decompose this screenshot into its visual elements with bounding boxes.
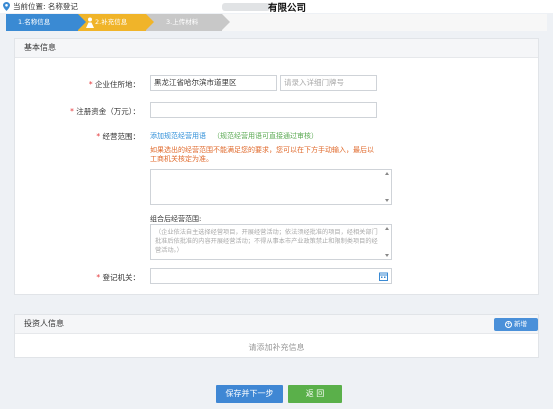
picker-icon[interactable] [379, 272, 388, 281]
add-scope-link[interactable]: 添加规范经营用语 [150, 131, 206, 141]
merged-scope-label: 组合后经营范围: [150, 215, 202, 223]
scope-warning: 如果选出的经营范围不能满足您的要求，您可以在下方手动输入，最后以工商机关核定为准… [150, 146, 374, 163]
step-2-arrow [146, 14, 154, 30]
scroll-up-icon[interactable] [385, 172, 389, 175]
step-3[interactable]: 3.上传材料 [146, 14, 222, 31]
redacted-name [222, 3, 270, 11]
scroll-down-icon[interactable] [385, 254, 389, 257]
authority-select[interactable] [150, 268, 392, 284]
address-label: * 企业住所地： [88, 80, 140, 89]
location-pin-icon [3, 2, 10, 11]
merged-scope-textarea: （企业依法自主选择经营项目，开展经营活动；依法须经批准的项目，经相关部门批准后依… [150, 224, 392, 260]
investor-panel: 投资人信息 + 新增 请添加补充信息 [14, 314, 539, 358]
breadcrumb: 当前位置: 名称登记 [13, 2, 78, 11]
scroll-up-icon[interactable] [385, 227, 389, 230]
back-button[interactable]: 返 回 [288, 385, 342, 403]
scope-hint: （规范经营用语可直接通过审核） [213, 132, 318, 140]
capital-input[interactable] [150, 102, 377, 118]
save-next-button[interactable]: 保存并下一步 [216, 385, 283, 403]
merged-scope-text: （企业依法自主选择经营项目，开展经营活动；依法须经批准的项目，经相关部门批准后依… [155, 229, 378, 254]
investor-title: 投资人信息 [15, 315, 538, 334]
step-indicator: 1.名称信息 2.补充信息 3.上传材料 [6, 14, 547, 31]
step-1-label: 1.名称信息 [18, 18, 51, 26]
empty-hint: 请添加补充信息 [248, 343, 305, 352]
step-1[interactable]: 1.名称信息 [6, 14, 78, 31]
company-name: 有限公司 [268, 3, 307, 14]
step-3-label: 3.上传材料 [166, 18, 199, 26]
step-2-label: 2.补充信息 [95, 18, 128, 26]
scope-manual-textarea[interactable] [150, 169, 392, 205]
basic-info-title: 基本信息 [15, 39, 538, 58]
person-icon [86, 17, 94, 28]
scope-label: * 经营范围： [96, 132, 140, 141]
authority-label: * 登记机关： [96, 273, 140, 282]
address-region-field[interactable]: 黑龙江省哈尔滨市道里区 [150, 75, 277, 91]
capital-label: * 注册资金（万元）： [70, 107, 140, 116]
step-3-arrow [222, 14, 230, 30]
plus-icon: + [505, 320, 512, 328]
basic-info-panel: 基本信息 * 企业住所地： 黑龙江省哈尔滨市道里区 请录入详细门牌号 * 注册资… [14, 38, 539, 295]
address-detail-input[interactable]: 请录入详细门牌号 [280, 75, 377, 91]
top-bar: 当前位置: 名称登记 有限公司 [0, 0, 553, 14]
scroll-down-icon[interactable] [385, 199, 389, 202]
add-investor-button[interactable]: + 新增 [494, 318, 538, 331]
